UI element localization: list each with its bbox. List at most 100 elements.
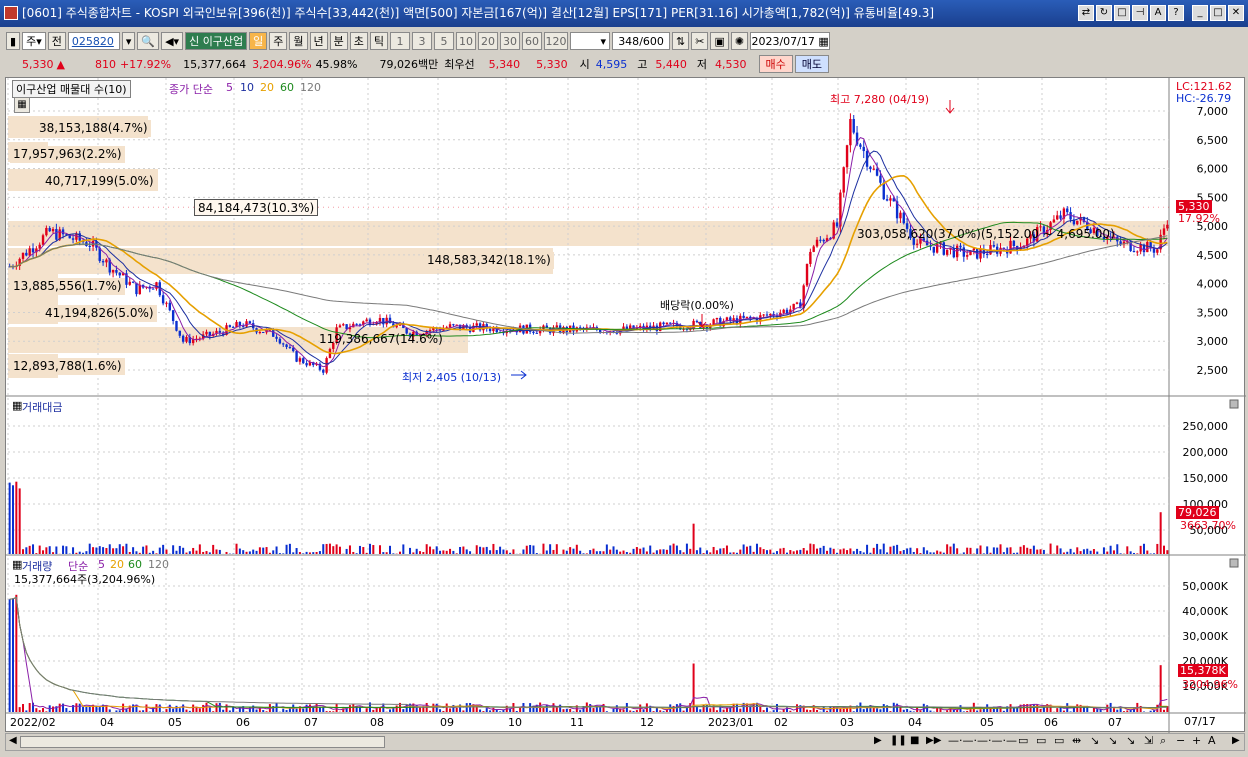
tick-custom-dropdown[interactable]: ▾ xyxy=(570,32,611,50)
chart-canvas[interactable]: 7,0006,5006,0005,5005,0004,5004,0003,500… xyxy=(6,78,1246,733)
volume-bar xyxy=(515,710,518,712)
gear-icon[interactable]: ✺ xyxy=(730,32,749,50)
layout-icon-2[interactable]: ▭ xyxy=(1036,734,1046,747)
amount-bar xyxy=(365,552,368,554)
volume-profile-toggle[interactable]: 이구산업 매물대 수(10) xyxy=(12,80,131,98)
tf-day[interactable]: 일 xyxy=(249,32,268,50)
volume-bar xyxy=(682,710,685,712)
pause-icon[interactable]: ❚❚ xyxy=(890,735,907,746)
search-icon[interactable]: 🔍 xyxy=(137,32,160,50)
font-icon[interactable]: A xyxy=(1150,5,1166,21)
amount-bar xyxy=(265,547,268,554)
tick-1[interactable]: 1 xyxy=(390,32,411,50)
pin-icon[interactable]: ⊣ xyxy=(1132,5,1148,21)
scroll-left-icon[interactable]: ◀ xyxy=(9,735,17,746)
chart-area[interactable]: 7,000 6,500 6,000 5,500 5,000 4,500 4,000 3,500… xyxy=(5,77,1246,733)
speed-slider[interactable]: —·—·—·—·— xyxy=(948,734,1017,747)
scroll-right-icon[interactable]: ▶ xyxy=(1232,735,1240,746)
tf-year[interactable]: 년 xyxy=(309,32,328,50)
minimize-button[interactable]: _ xyxy=(1192,5,1208,21)
scroll-thumb[interactable] xyxy=(20,736,385,748)
play-icon[interactable]: ▶ xyxy=(874,735,882,746)
amount-bar xyxy=(555,544,558,554)
arrow-tool-icon-1[interactable]: ↘ xyxy=(1090,734,1099,747)
amount-bar xyxy=(1089,550,1092,554)
candle-body xyxy=(48,227,51,232)
tf-week[interactable]: 주 xyxy=(269,32,288,50)
amount-bar xyxy=(1066,551,1069,554)
candle-body xyxy=(695,320,699,322)
grid-icon[interactable]: ▦ xyxy=(14,97,30,113)
tf-minute[interactable]: 분 xyxy=(329,32,348,50)
count-field[interactable]: 348/600 xyxy=(612,32,671,50)
amount-bar xyxy=(1072,552,1075,554)
export-icon[interactable]: ⇲ xyxy=(1144,734,1153,747)
arrow-tool-icon-2[interactable]: ↘ xyxy=(1108,734,1117,747)
amount-bar xyxy=(238,548,241,554)
amount-bar xyxy=(922,547,925,554)
chart-type-icon[interactable]: ▮ xyxy=(6,32,21,50)
tf-second[interactable]: 초 xyxy=(349,32,368,50)
amount-bar xyxy=(192,547,195,554)
zoom-out-icon[interactable]: − xyxy=(1176,734,1185,747)
tools-icon[interactable]: ✂ xyxy=(691,32,709,50)
fast-forward-icon[interactable]: ▶▶ xyxy=(926,735,941,746)
tf-tick[interactable]: 틱 xyxy=(369,32,389,50)
zoom-in-icon[interactable]: + xyxy=(1192,734,1201,747)
close-button[interactable]: ✕ xyxy=(1228,5,1244,21)
window-icon[interactable]: □ xyxy=(1114,5,1130,21)
volume-bar xyxy=(1086,707,1089,712)
x-axis-label: 02 xyxy=(774,716,788,729)
arrow-tool-icon-3[interactable]: ↘ xyxy=(1126,734,1135,747)
amount-bar xyxy=(859,551,862,554)
candle-body xyxy=(128,281,131,285)
tick-5[interactable]: 5 xyxy=(434,32,455,50)
volume-bar xyxy=(909,710,912,712)
amount-bar xyxy=(412,552,415,554)
sell-button[interactable]: 매도 xyxy=(794,55,829,73)
amount-bar xyxy=(392,553,395,554)
stock-code-input[interactable]: 025820 xyxy=(67,32,120,50)
tick-120[interactable]: 120 xyxy=(544,32,569,50)
tick-10[interactable]: 10 xyxy=(456,32,477,50)
help-icon[interactable]: ? xyxy=(1168,5,1184,21)
stop-icon[interactable]: ■ xyxy=(910,735,919,746)
tick-30[interactable]: 30 xyxy=(500,32,521,50)
prev-button[interactable]: 전 xyxy=(47,32,66,50)
amount-bar xyxy=(552,549,555,554)
speaker-icon[interactable]: ◀▾ xyxy=(161,32,184,50)
tf-month[interactable]: 월 xyxy=(289,32,308,50)
layout-icon-3[interactable]: ▭ xyxy=(1054,734,1064,747)
tick-20[interactable]: 20 xyxy=(478,32,499,50)
amount-bar xyxy=(1136,553,1139,554)
refresh-icon[interactable]: ↻ xyxy=(1096,5,1112,21)
amount-bar xyxy=(485,546,488,554)
candle-body xyxy=(131,281,135,283)
candle-body xyxy=(295,351,298,362)
period-select[interactable]: 주 ▾ xyxy=(22,32,46,50)
amount-bar xyxy=(1036,549,1039,554)
ma20-legend: 20 xyxy=(260,81,274,94)
amount-bar xyxy=(158,547,161,554)
link-icon[interactable]: ⇄ xyxy=(1078,5,1094,21)
date-field[interactable]: 2023/07/17 ▦ xyxy=(750,32,831,50)
amount-bar xyxy=(1146,550,1149,554)
maximize-button[interactable]: □ xyxy=(1210,5,1226,21)
dropdown-icon[interactable]: ▾ xyxy=(121,32,136,50)
layout-icon-1[interactable]: ▭ xyxy=(1018,734,1028,747)
buy-button[interactable]: 매수 xyxy=(758,55,793,73)
settings-icon[interactable]: ⇅ xyxy=(672,32,690,50)
volume-bar xyxy=(25,710,28,712)
volume-pct-tag: 3204.96% xyxy=(1182,678,1238,691)
candle-body xyxy=(218,330,222,333)
tick-3[interactable]: 3 xyxy=(412,32,433,50)
font-size-icon[interactable]: A xyxy=(1208,734,1216,747)
save-icon[interactable]: ▣ xyxy=(710,32,729,50)
zoom-search-icon[interactable]: ⌕ xyxy=(1160,734,1166,748)
amount-axis-label: 200,000 xyxy=(1183,446,1229,459)
candle-body xyxy=(962,247,966,257)
horizontal-scrollbar[interactable]: ◀ ▶ ❚❚ ■ ▶▶ —·—·—·—·— ▭ ▭ ▭ ⇹ ↘ ↘ ↘ ⇲ ⌕ … xyxy=(5,733,1245,751)
tick-60[interactable]: 60 xyxy=(522,32,543,50)
volume-bar xyxy=(115,710,118,712)
crosshair-icon[interactable]: ⇹ xyxy=(1072,734,1081,747)
